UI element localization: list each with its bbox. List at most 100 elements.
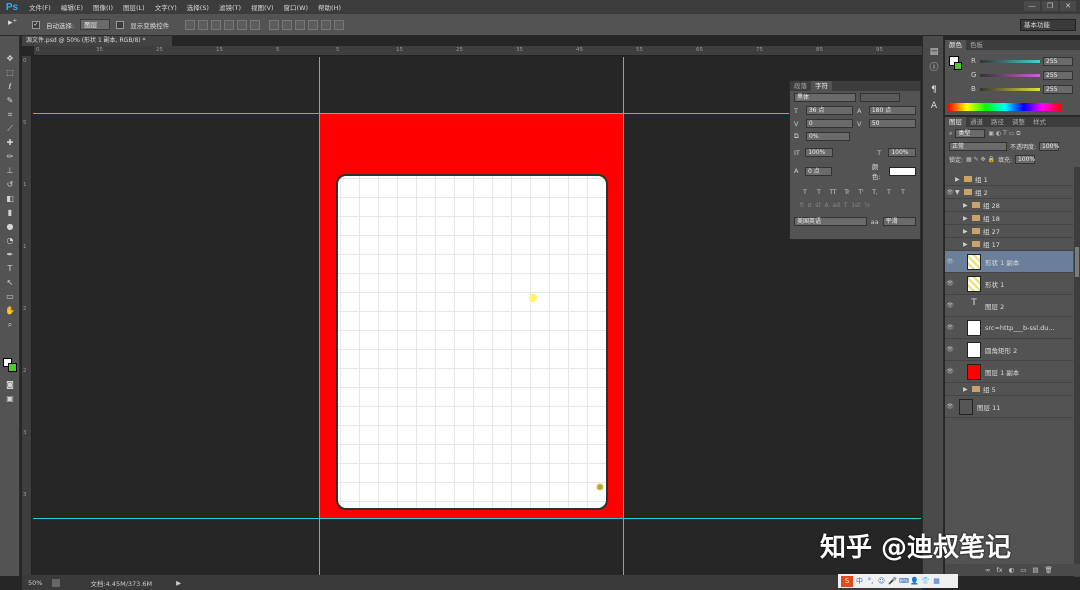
- layer-row[interactable]: 👁 形状 1 副本: [945, 251, 1073, 273]
- channel-slider[interactable]: [980, 59, 1040, 63]
- layer-row[interactable]: 👁 图层 11: [945, 396, 1073, 418]
- layer-group-row[interactable]: 👁 ▼ 组 2: [945, 186, 1073, 199]
- menu-item[interactable]: 选择(S): [182, 2, 214, 12]
- visibility-eye-icon[interactable]: 👁: [945, 280, 955, 287]
- guide-vertical[interactable]: [623, 57, 624, 575]
- distribute-vcenter-icon[interactable]: [282, 19, 293, 30]
- align-right-icon[interactable]: [250, 19, 261, 30]
- align-hcenter-icon[interactable]: [237, 19, 248, 30]
- zoom-tool-icon[interactable]: ⌕: [0, 318, 20, 332]
- move-tool-icon[interactable]: ▸⁺: [8, 18, 26, 32]
- channel-slider[interactable]: [980, 87, 1040, 91]
- marquee-tool-icon[interactable]: ⬚: [0, 66, 20, 80]
- mic-icon[interactable]: 🎤: [888, 577, 897, 586]
- language-select[interactable]: 美国英语: [794, 217, 867, 226]
- guide-vertical[interactable]: [319, 57, 320, 575]
- distribute-right-icon[interactable]: [334, 19, 345, 30]
- align-vcenter-icon[interactable]: [198, 19, 209, 30]
- distribute-hcenter-icon[interactable]: [321, 19, 332, 30]
- minimize-button[interactable]: —: [1024, 1, 1040, 11]
- paragraph-icon[interactable]: ¶: [923, 82, 945, 98]
- tsume-field[interactable]: 0%: [806, 132, 850, 141]
- canvas-area[interactable]: ✹: [33, 57, 921, 575]
- skin-icon[interactable]: 👕: [921, 577, 930, 586]
- expand-arrow-icon[interactable]: ▶: [963, 228, 969, 235]
- healing-tool-icon[interactable]: ✚: [0, 136, 20, 150]
- layer-filter-select[interactable]: 类型: [955, 129, 986, 138]
- stamp-tool-icon[interactable]: ⊥: [0, 164, 20, 178]
- blend-mode-select[interactable]: 正常: [949, 142, 1007, 151]
- zoom-level[interactable]: 50%: [28, 579, 42, 587]
- visibility-eye-icon[interactable]: 👁: [945, 302, 955, 309]
- text-style-button[interactable]: TT: [828, 189, 838, 198]
- font-style-select[interactable]: [860, 93, 900, 102]
- visibility-eye-icon[interactable]: 👁: [945, 324, 955, 331]
- emoji-icon[interactable]: ☺: [877, 577, 886, 586]
- layer-group-row[interactable]: ▶ 组 28: [945, 199, 1073, 212]
- gradient-tool-icon[interactable]: ▮: [0, 206, 20, 220]
- color-spectrum[interactable]: [948, 103, 1061, 111]
- toolbox-icon[interactable]: ▦: [932, 577, 941, 586]
- layer-group-row[interactable]: ▶ 组 1: [945, 173, 1073, 186]
- channel-value-field[interactable]: 255: [1043, 56, 1073, 66]
- type-tool-icon[interactable]: T: [0, 262, 20, 276]
- antialias-select[interactable]: 平滑: [882, 217, 916, 226]
- layers-panel-tab[interactable]: 调整: [1008, 117, 1029, 127]
- scrollbar-thumb[interactable]: [1075, 247, 1079, 277]
- layer-row[interactable]: 👁 src=http___b-ssl.du...: [945, 317, 1073, 339]
- menu-item[interactable]: 窗口(W): [279, 2, 314, 12]
- crop-tool-icon[interactable]: ⌗: [0, 108, 20, 122]
- layer-group-row[interactable]: ▶ 组 18: [945, 212, 1073, 225]
- visibility-eye-icon[interactable]: 👁: [945, 346, 955, 353]
- adjustment-icon[interactable]: ◐: [1009, 566, 1015, 574]
- sogou-logo-icon[interactable]: S: [841, 575, 853, 587]
- link-layers-icon[interactable]: ∞: [985, 566, 990, 574]
- pen-tool-icon[interactable]: ✒: [0, 248, 20, 262]
- vertical-scale-field[interactable]: 100%: [805, 148, 833, 157]
- info-icon[interactable]: ⓘ: [923, 60, 945, 76]
- layer-group-row[interactable]: ▶ 组 17: [945, 238, 1073, 251]
- visibility-eye-icon[interactable]: 👁: [945, 258, 955, 265]
- text-style-button[interactable]: T,: [870, 189, 880, 198]
- auto-select-checkbox[interactable]: ✓: [32, 20, 40, 29]
- guide-horizontal[interactable]: [33, 518, 921, 519]
- text-style-button[interactable]: T': [856, 189, 866, 198]
- text-style-button[interactable]: T: [898, 189, 908, 198]
- auto-select-dropdown[interactable]: 图层: [80, 19, 111, 30]
- layers-panel-tab[interactable]: 样式: [1029, 117, 1050, 127]
- menu-item[interactable]: 滤镜(T): [214, 2, 246, 12]
- kerning-field[interactable]: 0: [805, 119, 853, 128]
- tab-swatches[interactable]: 色板: [966, 40, 987, 50]
- align-left-icon[interactable]: [224, 19, 235, 30]
- fill-field[interactable]: 100%: [1014, 155, 1035, 164]
- quick-select-tool-icon[interactable]: ✎: [0, 94, 20, 108]
- layers-panel-tab[interactable]: 通道: [966, 117, 987, 127]
- punctuation-icon[interactable]: °,: [866, 577, 875, 586]
- distribute-top-icon[interactable]: [269, 19, 280, 30]
- menu-item[interactable]: 帮助(H): [313, 2, 346, 12]
- text-color-swatch[interactable]: [889, 166, 916, 176]
- baseline-shift-field[interactable]: 0 点: [805, 166, 833, 176]
- color-bg-swatch[interactable]: [954, 62, 962, 70]
- shape-tool-icon[interactable]: ▭: [0, 290, 20, 304]
- keyboard-icon[interactable]: ⌨: [899, 577, 909, 586]
- align-top-icon[interactable]: [185, 19, 196, 30]
- menu-item[interactable]: 图像(I): [88, 2, 118, 12]
- tab-paragraph[interactable]: 段落: [790, 81, 811, 91]
- menu-item[interactable]: 编辑(E): [56, 2, 88, 12]
- text-style-button[interactable]: Tr: [842, 189, 852, 198]
- menu-item[interactable]: 视图(V): [246, 2, 279, 12]
- brush-tool-icon[interactable]: ✏: [0, 150, 20, 164]
- fx-icon[interactable]: fx: [996, 566, 1002, 574]
- layer-group-row[interactable]: ▶ 组 5: [945, 383, 1073, 396]
- layers-panel-tab[interactable]: 图层: [945, 117, 966, 127]
- mask-icon[interactable]: ▭: [1020, 566, 1026, 574]
- layers-panel-tab[interactable]: 路径: [987, 117, 1008, 127]
- ime-mode-label[interactable]: 中: [855, 577, 864, 586]
- workspace-dropdown[interactable]: 基本功能: [1020, 19, 1076, 31]
- tracking-field[interactable]: 50: [868, 119, 916, 128]
- close-button[interactable]: ✕: [1060, 1, 1076, 11]
- dodge-tool-icon[interactable]: ◔: [0, 234, 20, 248]
- guide-horizontal[interactable]: [33, 113, 921, 114]
- distribute-bottom-icon[interactable]: [295, 19, 306, 30]
